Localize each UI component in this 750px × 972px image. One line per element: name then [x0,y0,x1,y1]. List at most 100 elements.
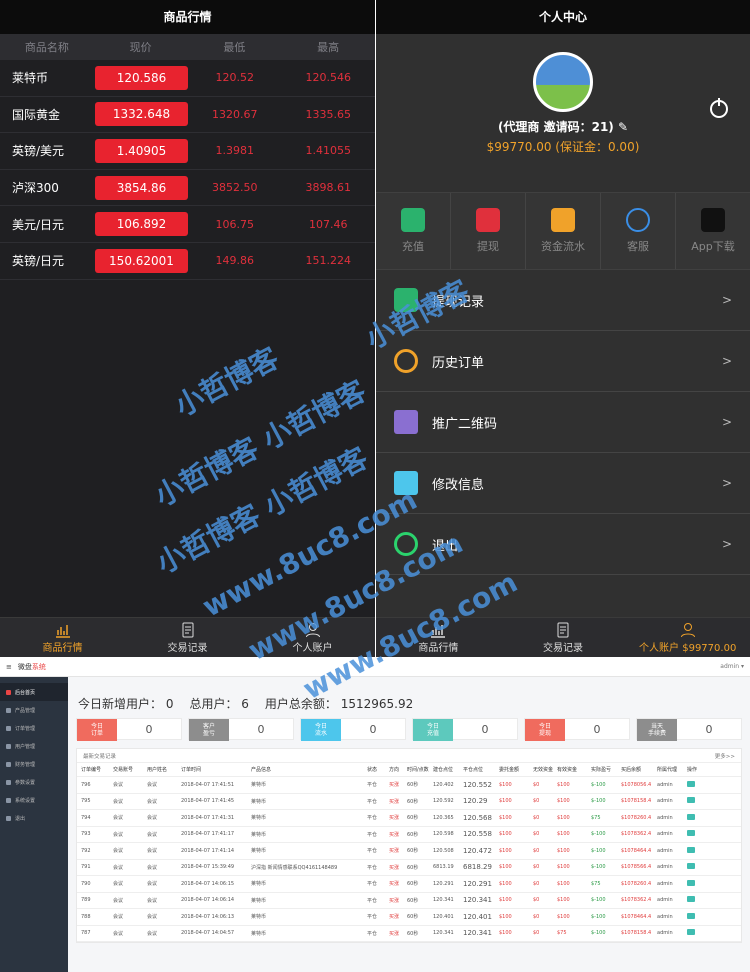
table-cell: 莱特币 [251,848,267,855]
sidebar-item-logout[interactable]: 退出 [0,809,68,827]
power-icon[interactable] [710,98,728,118]
table-cell: $1078566.4 [621,864,652,871]
current-price[interactable]: 150.62001 [95,248,188,273]
quick-app-download[interactable]: App下载 [676,193,750,269]
quick-service[interactable]: 客服 [601,193,676,269]
current-price[interactable]: 1.40905 [95,138,188,163]
table-cell: 买涨 [389,864,400,871]
sidebar-item-products[interactable]: 产品管理 [0,701,68,719]
menu-withdraw-records[interactable]: 提现记录 > [376,270,750,331]
withdraw-icon [476,208,500,232]
market-row[interactable]: 莱特币 120.586 120.52 120.546 [0,60,375,97]
column-header: 交易账号 [113,767,134,773]
view-icon[interactable] [687,830,695,837]
tab-market[interactable]: 商品行情 [0,618,125,657]
edit-icon[interactable]: ✎ [618,120,628,134]
table-cell: $0 [533,781,540,788]
row-action[interactable] [687,879,703,888]
table-cell: 会议 [113,864,124,871]
table-cell: 会议 [113,815,124,822]
tab-account[interactable]: 个人账户 [250,618,375,657]
menu-label: 历史订单 [432,355,485,371]
market-row[interactable]: 美元/日元 106.892 106.75 107.46 [0,206,375,243]
table-cell: 平仓 [367,798,378,805]
table-cell: admin [657,930,673,937]
summary-card[interactable]: 今日 订单 0 [76,718,182,741]
quick-label: 资金流水 [541,240,585,253]
sidebar-item-home[interactable]: 后台首页 [0,683,68,701]
tab-trades[interactable]: 交易记录 [125,618,250,657]
row-action[interactable] [687,797,703,805]
market-row[interactable]: 泸深300 3854.86 3852.50 3898.61 [0,170,375,207]
view-icon[interactable] [687,929,695,936]
table-cell: $75 [557,930,567,937]
view-icon[interactable] [687,896,695,903]
current-price[interactable]: 106.892 [95,212,188,237]
current-price[interactable]: 120.586 [95,65,188,90]
table-cell: 会议 [147,831,158,838]
view-icon[interactable] [687,813,695,820]
row-action[interactable] [687,896,703,904]
table-cell: $100 [499,814,512,821]
column-header: 平仓点位 [463,767,484,773]
table-cell: 791 [81,864,91,871]
menu-order-history[interactable]: 历史订单 > [376,331,750,392]
view-icon[interactable] [687,780,695,787]
row-action[interactable] [687,929,703,937]
sidebar-item-params[interactable]: 参数设置 [0,773,68,791]
menu-promo-qrcode[interactable]: 推广二维码 > [376,392,750,453]
tab-account[interactable]: 个人账户 $99770.00 [625,618,750,657]
table-cell: 120.472 [463,846,492,855]
sidebar-label: 退出 [15,815,26,822]
row-action[interactable] [687,912,703,921]
summary-card[interactable]: 当天 手续费 0 [636,718,742,741]
view-icon[interactable] [687,912,695,919]
summary-card[interactable]: 今日 提现 0 [524,718,630,741]
table-cell: 796 [81,781,91,788]
admin-user-menu[interactable]: admin ▾ [720,663,744,670]
column-header: 状态 [367,767,378,773]
summary-card[interactable]: 客户 盈亏 0 [188,718,294,741]
row-action[interactable] [687,846,703,855]
row-action[interactable] [687,780,703,789]
summary-card[interactable]: 今日 流水 0 [300,718,406,741]
product-icon [6,707,11,713]
table-cell: admin [657,798,673,805]
row-action[interactable] [687,813,703,822]
more-link[interactable]: 更多>> [715,752,735,760]
menu-icon[interactable]: ≡ [6,663,12,671]
bottom-tabbar: 商品行情 交易记录 个人账户 [0,617,375,657]
quick-withdraw[interactable]: 提现 [451,193,526,269]
current-price[interactable]: 1332.648 [95,102,188,127]
view-icon[interactable] [687,846,695,853]
view-icon[interactable] [687,879,695,886]
table-cell: 买涨 [389,782,400,789]
quick-recharge[interactable]: 充值 [376,193,451,269]
avatar[interactable] [533,52,593,112]
menu-logout[interactable]: 退出 > [376,514,750,575]
sidebar-item-orders[interactable]: 订单管理 [0,719,68,737]
table-cell: 平仓 [367,930,378,937]
market-row[interactable]: 国际黄金 1332.648 1320.67 1335.65 [0,97,375,134]
table-cell: 会议 [147,848,158,855]
table-cell: 平仓 [367,914,378,921]
market-row[interactable]: 英镑/日元 150.62001 149.86 151.224 [0,243,375,280]
sidebar-item-system[interactable]: 系统设置 [0,791,68,809]
view-icon[interactable] [687,797,695,804]
view-icon[interactable] [687,863,695,870]
table-cell: 120.341 [463,929,492,938]
market-row[interactable]: 英镑/美元 1.40905 1.3981 1.41055 [0,133,375,170]
tab-trades[interactable]: 交易记录 [501,618,626,657]
records-icon [557,622,569,637]
row-action[interactable] [687,830,703,838]
quick-cashflow[interactable]: 资金流水 [526,193,601,269]
sidebar-item-users[interactable]: 用户管理 [0,737,68,755]
tab-market[interactable]: 商品行情 [376,618,501,657]
menu-edit-info[interactable]: 修改信息 > [376,453,750,514]
column-header: 时间/点数 [407,767,429,773]
row-action[interactable] [687,863,703,871]
low-price: 149.86 [215,254,255,268]
summary-card[interactable]: 今日 充值 0 [412,718,518,741]
current-price[interactable]: 3854.86 [95,175,188,200]
sidebar-item-finance[interactable]: 财务管理 [0,755,68,773]
